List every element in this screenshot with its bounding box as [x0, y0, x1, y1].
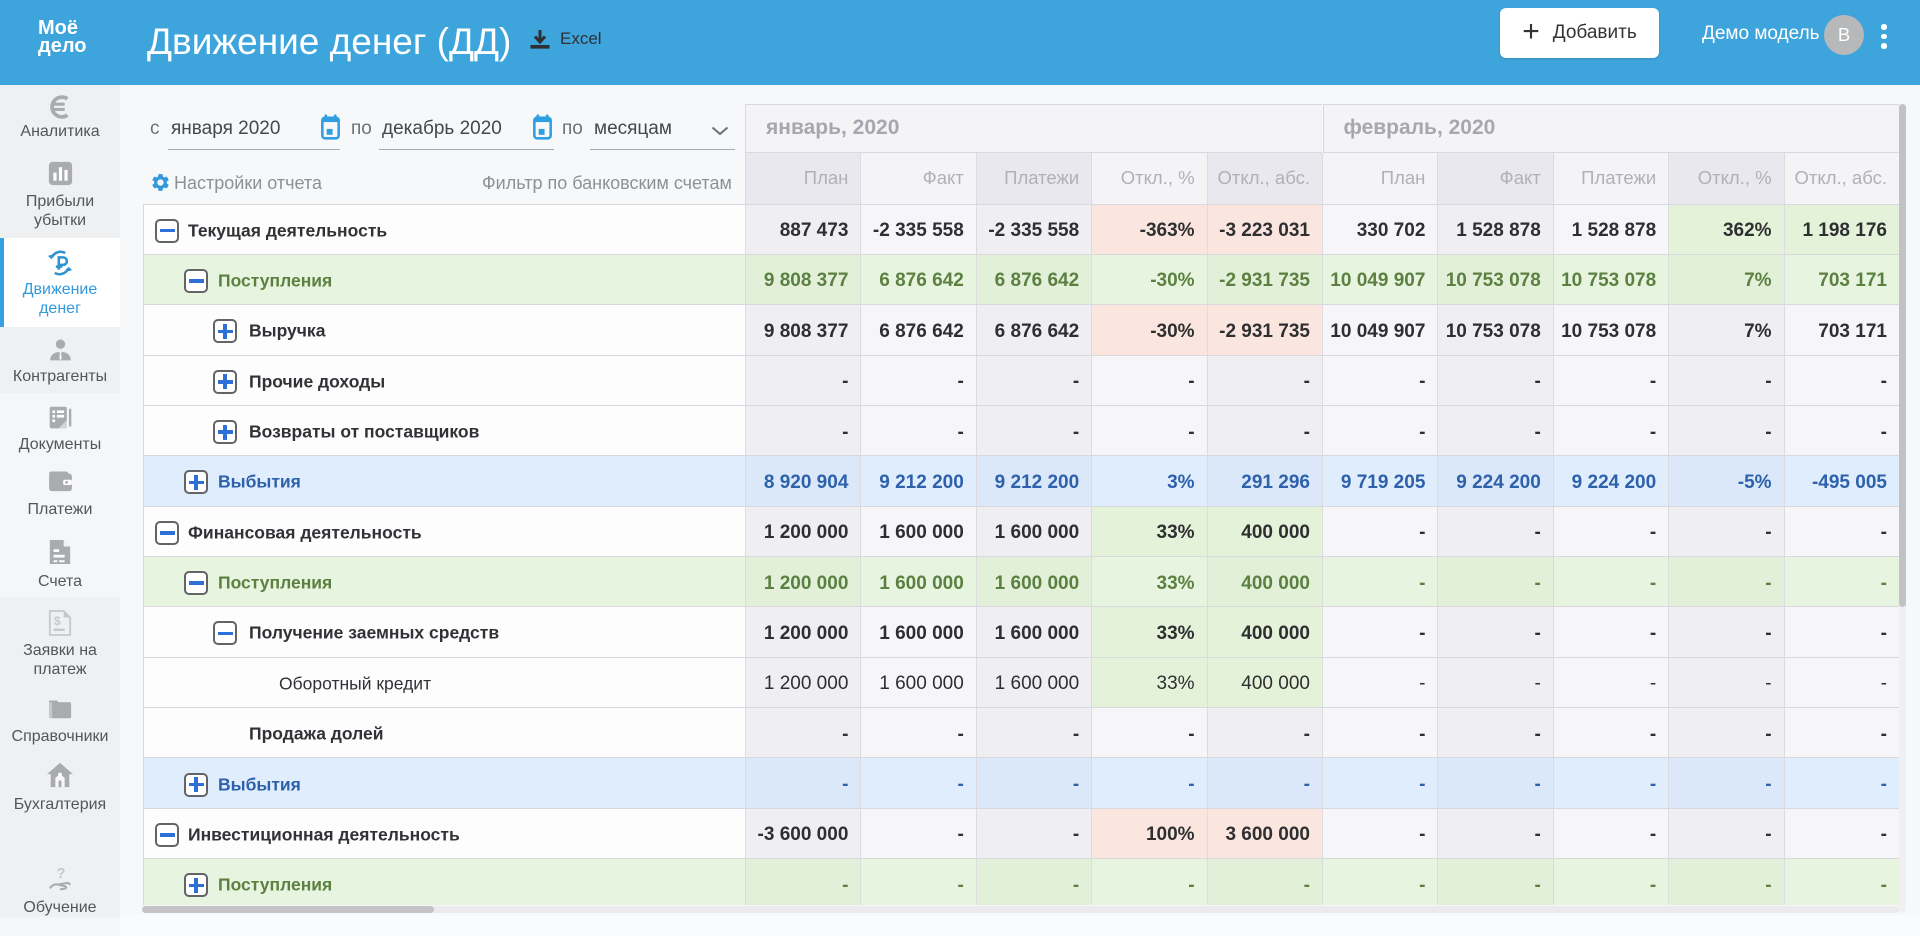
svg-text:?: ?	[56, 866, 65, 882]
svg-text:$: $	[54, 614, 61, 628]
